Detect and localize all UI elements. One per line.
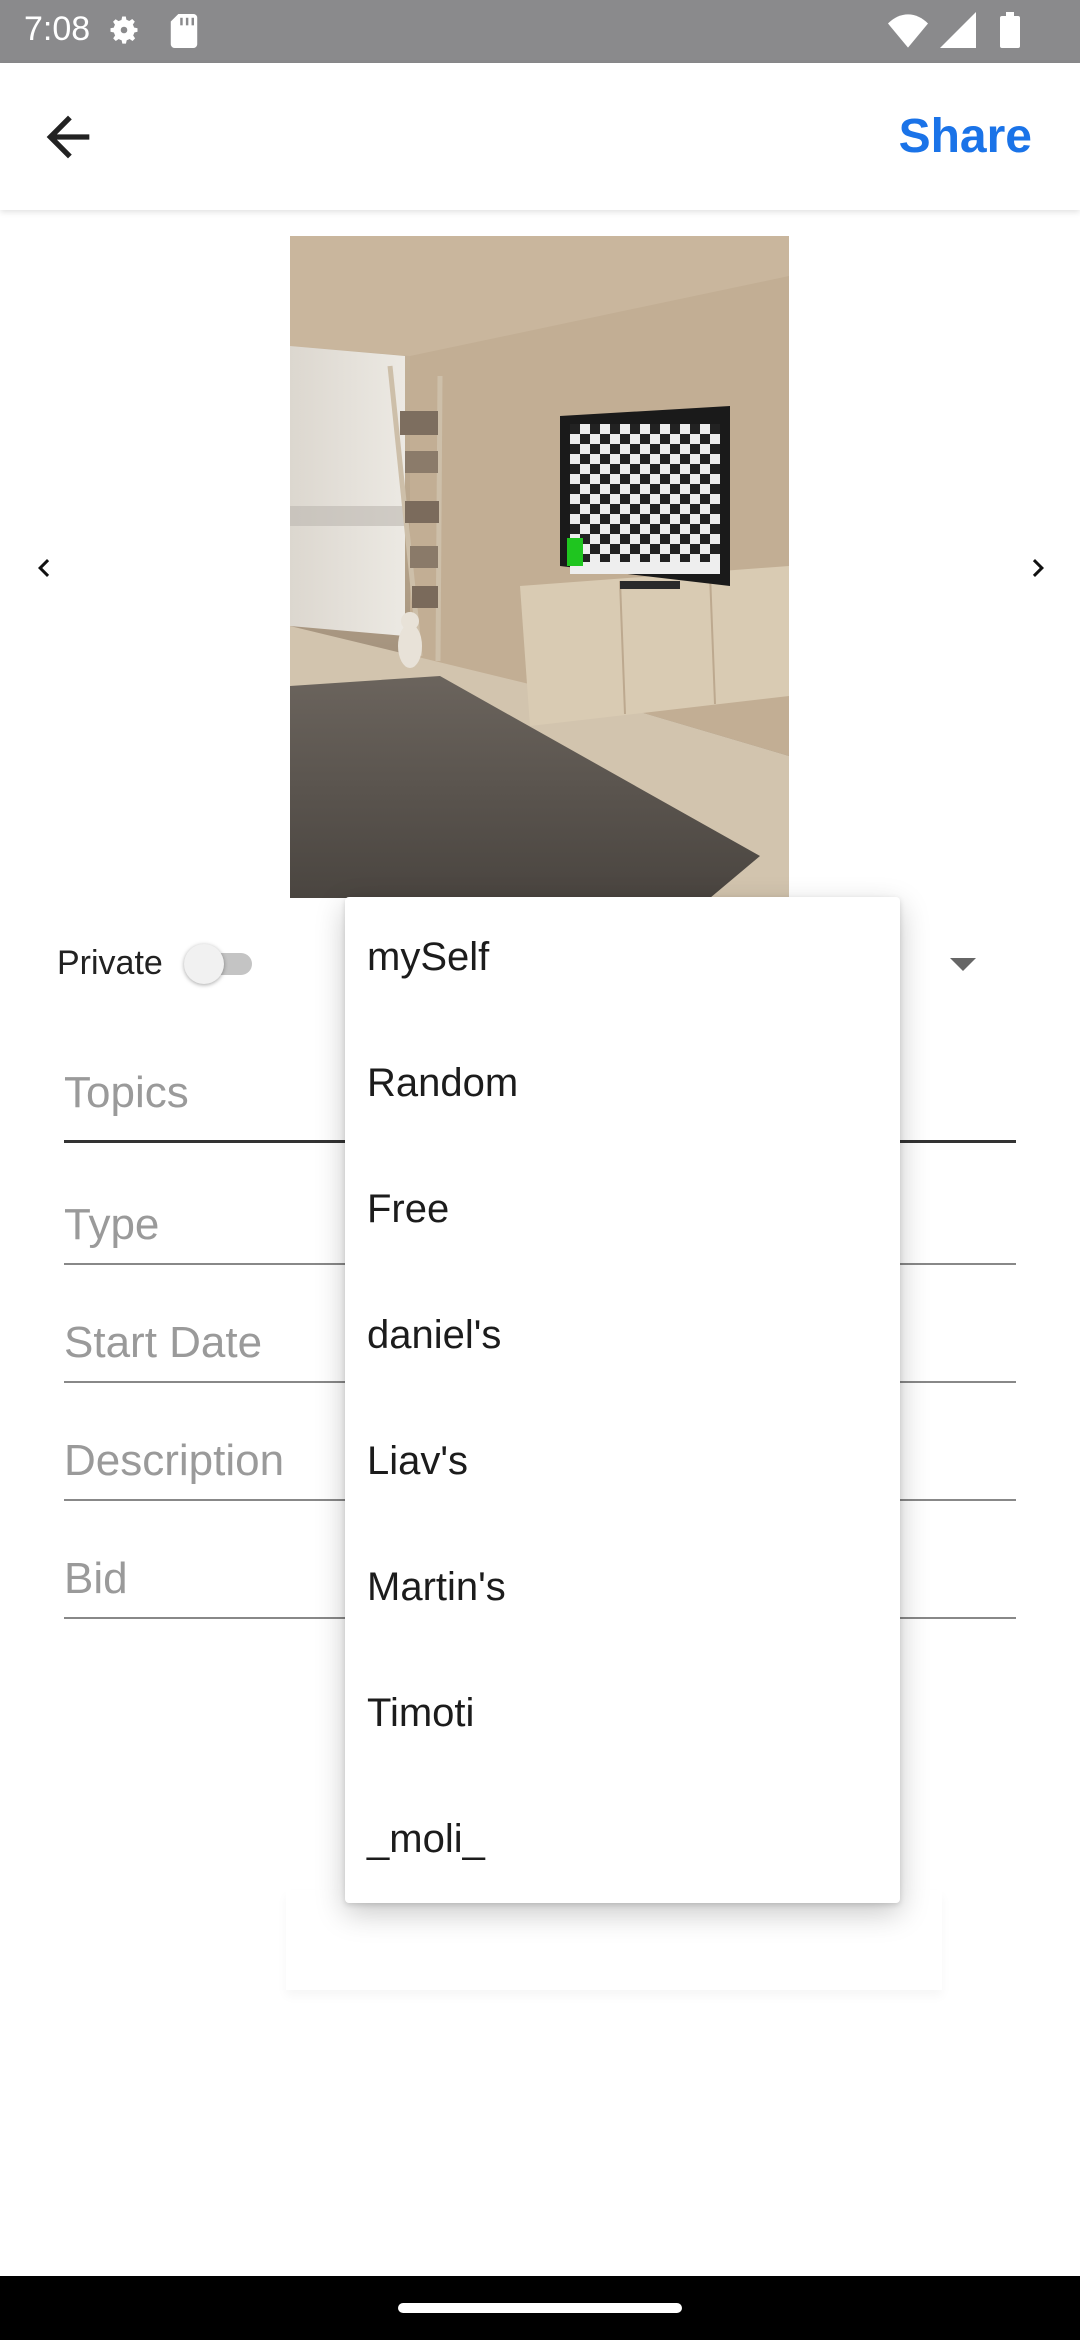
menu-item-label: Martin's: [367, 1565, 506, 1609]
menu-item-myself[interactable]: mySelf: [345, 897, 900, 1023]
room-photo: [290, 236, 789, 898]
menu-item-label: _moli_: [367, 1817, 485, 1861]
caret-down-icon[interactable]: [950, 958, 976, 971]
cell-signal-icon: [940, 12, 976, 48]
settings-gear-icon: [110, 16, 138, 44]
image-viewer[interactable]: [290, 236, 789, 898]
sd-card-icon: [170, 14, 198, 48]
status-time: 7:08: [24, 10, 91, 48]
description-placeholder: Description: [64, 1436, 285, 1485]
menu-item-label: daniel's: [367, 1313, 502, 1357]
menu-item-martins[interactable]: Martin's: [345, 1527, 900, 1653]
toggle-thumb: [184, 944, 224, 984]
app-bar: Share: [0, 63, 1080, 210]
chevron-left-icon[interactable]: [26, 548, 62, 588]
menu-item-label: Random: [367, 1061, 519, 1105]
menu-item-label: Timoti: [367, 1691, 475, 1735]
menu-item-label: Free: [367, 1187, 450, 1231]
status-bar: 7:08: [0, 0, 1080, 63]
chevron-right-icon[interactable]: [1020, 548, 1056, 588]
type-placeholder: Type: [64, 1200, 160, 1249]
menu-item-moli[interactable]: _moli_: [345, 1779, 900, 1905]
tv-checkerboard: [567, 424, 720, 574]
home-gesture-handle[interactable]: [398, 2303, 682, 2313]
background-card: [286, 1890, 942, 1990]
screen: 7:08 Share Private Topics Type Start Dat…: [0, 0, 1080, 2340]
topics-dropdown-menu: mySelf Random Free daniel's Liav's Marti…: [345, 897, 900, 1903]
menu-item-timoti[interactable]: Timoti: [345, 1653, 900, 1779]
back-arrow-icon[interactable]: [36, 105, 100, 169]
private-label: Private: [57, 944, 163, 982]
menu-item-free[interactable]: Free: [345, 1149, 900, 1275]
menu-item-label: mySelf: [367, 935, 490, 979]
share-button[interactable]: Share: [899, 109, 1032, 164]
start-date-placeholder: Start Date: [64, 1318, 263, 1367]
private-toggle[interactable]: [184, 944, 264, 984]
wifi-icon: [888, 14, 928, 48]
bid-placeholder: Bid: [64, 1554, 128, 1603]
menu-item-daniels[interactable]: daniel's: [345, 1275, 900, 1401]
system-nav-bar: [0, 2276, 1080, 2340]
topics-placeholder: Topics: [64, 1068, 189, 1117]
menu-item-random[interactable]: Random: [345, 1023, 900, 1149]
menu-item-label: Liav's: [367, 1439, 469, 1483]
battery-icon: [1000, 12, 1020, 48]
menu-item-liavs[interactable]: Liav's: [345, 1401, 900, 1527]
